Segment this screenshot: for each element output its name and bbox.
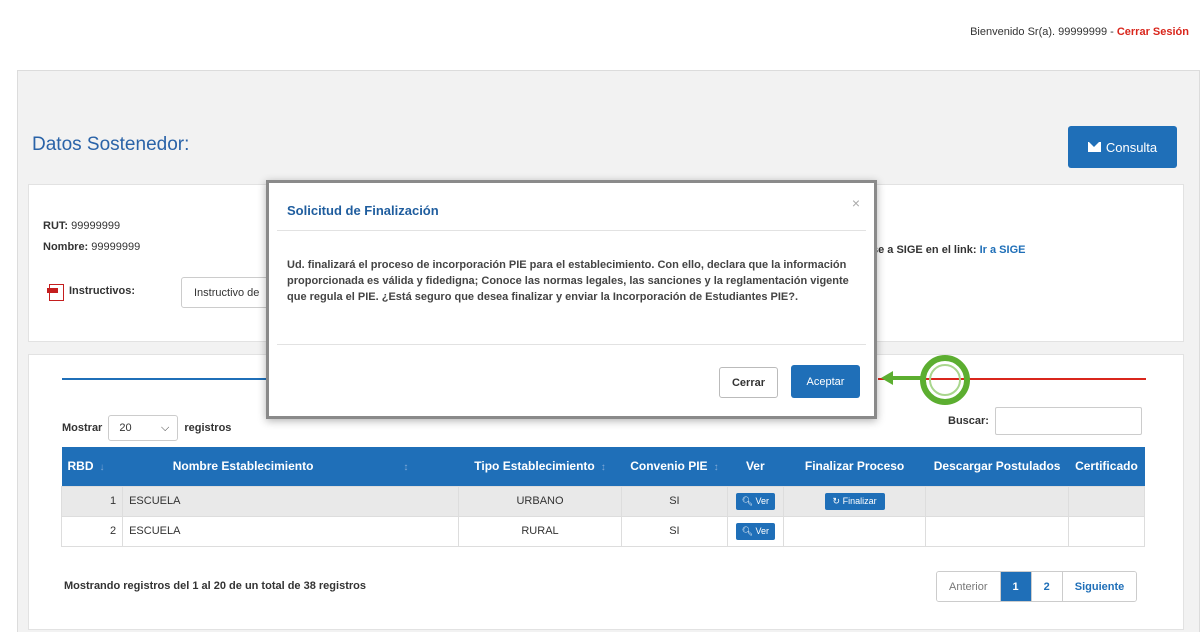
ver-button[interactable]: 🔍︎ Ver (735, 522, 776, 540)
consulta-button[interactable]: Consulta (1068, 126, 1177, 168)
welcome-bar: Bienvenido Sr(a). 99999999 - Cerrar Sesi… (970, 26, 1189, 38)
table-header-row: RBD ↓ Nombre Establecimiento ↕ Tipo Establ… (61, 447, 1145, 486)
mostrar-label: Mostrar (62, 422, 103, 434)
pagination: Anterior 1 2 Siguiente (936, 571, 1138, 602)
col-descargar: Descargar Postulados (925, 447, 1069, 486)
cell-certificado (1067, 485, 1146, 517)
cell-ver: 🔍︎ Ver (726, 515, 784, 547)
table-row: 2 ESCUELA RURAL SI 🔍︎ Ver (60, 515, 1146, 547)
finalizar-button[interactable]: ↻ Finalizar (824, 492, 885, 510)
ver-label: Ver (755, 495, 770, 506)
search-icon: 🔍︎ (741, 525, 754, 536)
pager-page-1[interactable]: 1 (999, 572, 1031, 601)
cell-nombre: ESCUELA (122, 485, 460, 517)
consulta-label: Consulta (1105, 139, 1158, 155)
modal-body-text: Ud. finalizará el proceso de incorporaci… (287, 259, 849, 303)
highlight-circle-inner (929, 364, 961, 396)
modal-footer-divider (277, 344, 866, 345)
cell-rbd: 2 (60, 515, 124, 547)
pager-prev[interactable]: Anterior (937, 572, 1000, 601)
sort-icon: ↕ (713, 462, 719, 474)
col-tipo-label: Tipo Establecimiento (474, 459, 595, 474)
instructivos-label: Instructivos: (69, 285, 136, 297)
col-tipo[interactable]: Tipo Establecimiento ↕ (458, 447, 622, 486)
rut-label: RUT: (43, 220, 69, 232)
modal-header-divider (277, 230, 866, 231)
col-convenio[interactable]: Convenio PIE ↕ (621, 447, 728, 486)
nombre-row: Nombre: 99999999 (43, 241, 140, 253)
col-certificado: Certificado (1068, 447, 1145, 486)
cell-tipo: URBANO (458, 485, 622, 517)
finalizacion-modal: Solicitud de Finalización × Ud. finaliza… (266, 180, 877, 419)
page-length-control: Mostrar 20 ⌵ registros (62, 415, 231, 441)
sige-text: se a SIGE en el link: (872, 244, 977, 256)
cell-nombre: ESCUELA (122, 515, 460, 547)
col-convenio-label: Convenio PIE (630, 459, 708, 474)
sige-link[interactable]: Ir a SIGE (980, 244, 1026, 256)
cell-convenio: SI (620, 485, 728, 517)
pager-next[interactable]: Siguiente (1061, 572, 1137, 601)
instructivos-row: Instructivos: (47, 282, 136, 301)
arrow-head-icon (881, 371, 893, 385)
search-input[interactable] (994, 407, 1142, 435)
cell-descargar (925, 515, 1069, 547)
page-length-value: 20 (119, 422, 132, 434)
sige-info: se a SIGE en el link: Ir a SIGE (872, 244, 1025, 256)
aceptar-button[interactable]: Aceptar (791, 365, 860, 398)
envelope-icon (1087, 142, 1101, 152)
search-icon: 🔍︎ (741, 495, 754, 506)
col-ver: Ver (727, 447, 784, 486)
nombre-label: Nombre: (43, 241, 89, 253)
sort-icon: ↕ (600, 462, 606, 474)
col-rbd[interactable]: RBD ↓ (61, 447, 123, 486)
cell-finalizar (782, 515, 927, 547)
col-rbd-label: RBD (67, 459, 94, 474)
rut-value: 99999999 (71, 220, 121, 232)
cell-descargar (925, 485, 1069, 517)
cell-certificado (1067, 515, 1146, 547)
page-title: Datos Sostenedor: (32, 134, 190, 155)
instructivo-select[interactable]: Instructivo de (181, 277, 271, 308)
sort-icon: ↕ (403, 462, 409, 474)
cell-rbd: 1 (60, 485, 124, 517)
cell-finalizar: ↻ Finalizar (782, 485, 927, 517)
ver-label: Ver (755, 525, 770, 536)
registros-label: registros (184, 422, 232, 434)
ver-button[interactable]: 🔍︎ Ver (735, 492, 776, 510)
sort-icon: ↓ (99, 462, 105, 474)
nombre-value: 99999999 (91, 241, 141, 253)
cell-tipo: RURAL (458, 515, 622, 547)
welcome-text: Bienvenido Sr(a). 99999999 - (970, 26, 1117, 38)
page-length-select[interactable]: 20 ⌵ (108, 415, 179, 441)
col-nombre-label: Nombre Establecimiento (172, 459, 314, 474)
refresh-icon: ↻ (832, 495, 841, 506)
rut-row: RUT: 99999999 (43, 220, 120, 232)
establecimientos-table: RBD ↓ Nombre Establecimiento ↕ Tipo Establ… (60, 447, 1146, 547)
logout-link[interactable]: Cerrar Sesión (1117, 26, 1189, 38)
chevron-down-icon: ⌵ (161, 421, 170, 434)
pdf-icon (47, 282, 65, 301)
finalizar-label: Finalizar (842, 495, 877, 506)
highlight-annotation (881, 355, 970, 405)
col-finalizar: Finalizar Proceso (783, 447, 926, 486)
cell-ver: 🔍︎ Ver (726, 485, 784, 517)
table-summary: Mostrando registros del 1 al 20 de un to… (64, 580, 366, 592)
cell-convenio: SI (620, 515, 728, 547)
buscar-label: Buscar: (948, 415, 989, 427)
modal-title: Solicitud de Finalización (287, 203, 439, 218)
divider-blue (62, 378, 268, 380)
pager-page-2[interactable]: 2 (1030, 572, 1062, 601)
col-nombre[interactable]: Nombre Establecimiento ↕ (122, 447, 459, 486)
close-icon[interactable]: × (852, 195, 860, 211)
cerrar-button[interactable]: Cerrar (719, 367, 778, 398)
table-row: 1 ESCUELA URBANO SI 🔍︎ Ver ↻ Finalizar (60, 485, 1146, 517)
